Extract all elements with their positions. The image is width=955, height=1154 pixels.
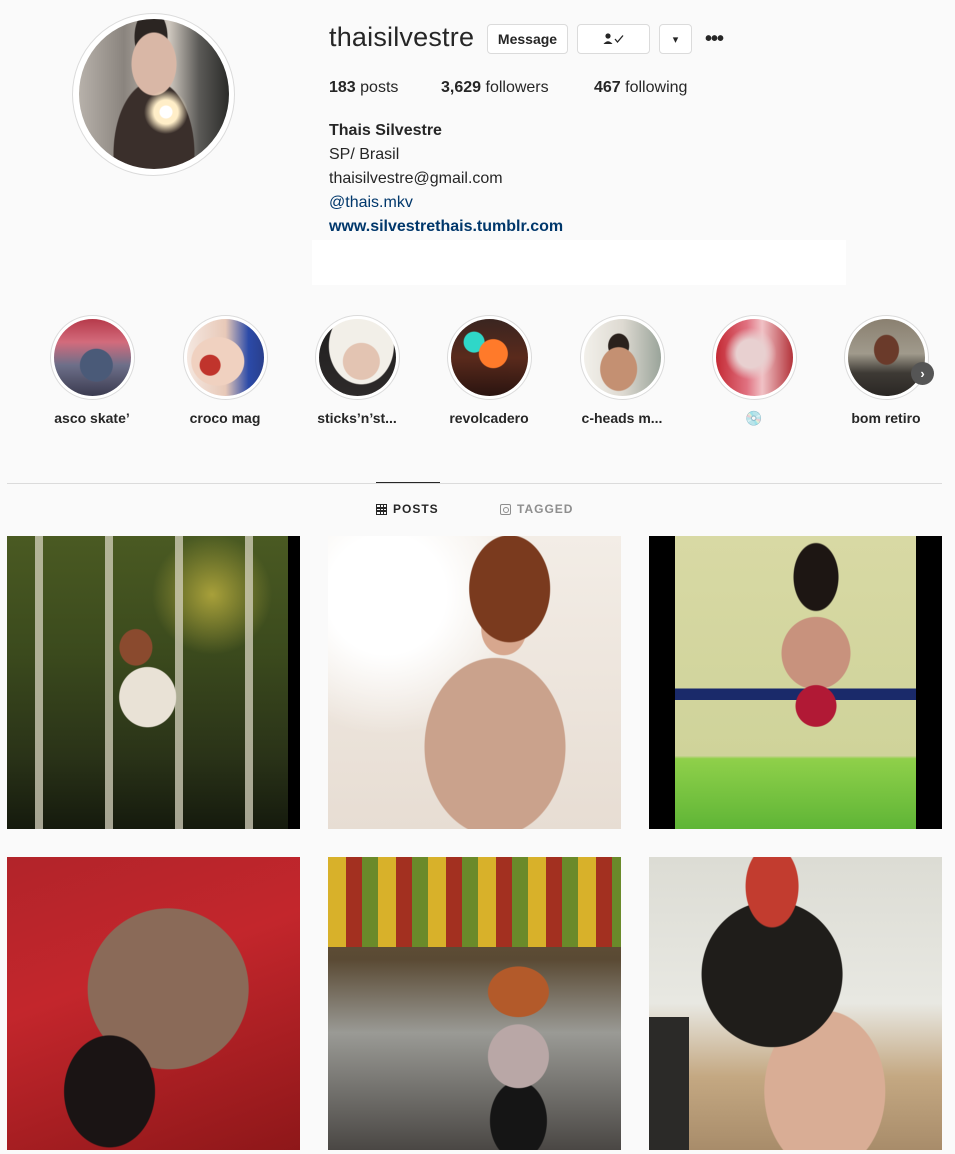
avatar[interactable] [79,19,229,169]
highlight-thumbnail [186,319,264,396]
posts-count-value: 183 [329,79,356,96]
highlight-ring [49,315,135,400]
highlight-thumbnail [53,319,131,396]
highlight-ring [314,315,400,400]
highlight-item[interactable]: asco skate’ [49,315,135,426]
following-button[interactable] [577,24,650,54]
posts-count: 183 posts [329,79,398,97]
highlight-thumbnail [715,319,793,396]
post-thumbnail[interactable] [7,857,300,1150]
tab-tagged[interactable]: TAGGED [500,502,573,516]
post-thumbnail[interactable] [649,857,942,1150]
following-count-value: 467 [594,79,621,96]
tab-posts[interactable]: POSTS [376,502,439,516]
followers-count-label: followers [485,79,549,96]
highlight-item[interactable]: c-heads m... [579,315,665,426]
highlight-label: 💿 [745,410,763,426]
bio-mention-link[interactable]: @thais.mkv [329,191,563,215]
highlight-label: bom retiro [851,410,921,426]
section-divider [7,483,942,484]
post-thumbnail[interactable] [7,536,300,829]
bio-website-link[interactable]: www.silvestrethais.tumblr.com [329,215,563,239]
highlight-label: revolcadero [449,410,529,426]
highlight-item[interactable]: sticks’n’st... [314,315,400,426]
highlight-ring [579,315,665,400]
tab-posts-label: POSTS [393,502,439,516]
full-name: Thais Silvestre [329,122,442,139]
highlight-thumbnail [318,319,396,396]
following-count-label: following [625,79,688,96]
chevron-down-icon: ▾ [672,33,679,46]
highlight-ring [182,315,268,400]
highlight-label: c-heads m... [581,410,663,426]
followers-count[interactable]: 3,629 followers [441,79,549,97]
bio-location: SP/ Brasil [329,146,400,163]
post-thumbnail[interactable] [649,536,942,829]
highlight-ring [711,315,797,400]
post-thumbnail[interactable] [328,857,621,1150]
active-tab-indicator [376,482,440,483]
tag-icon [500,503,511,515]
grid-icon [376,503,387,515]
followers-count-value: 3,629 [441,79,482,96]
bio-email: thaisilvestre@gmail.com [329,170,503,187]
user-check-icon [603,33,623,44]
highlight-ring [446,315,532,400]
post-thumbnail[interactable] [328,536,621,829]
bio: Thais Silvestre SP/ Brasil thaisilvestre… [329,119,563,239]
highlight-thumbnail [583,319,661,396]
highlight-item[interactable]: 💿 [711,315,797,427]
chevron-right-icon[interactable]: › [911,362,934,385]
highlight-item[interactable]: revolcadero [446,315,532,426]
highlight-item[interactable]: croco mag [182,315,268,426]
redacted-area [312,240,846,285]
message-button[interactable]: Message [487,24,568,54]
highlight-label: sticks’n’st... [317,410,397,426]
posts-count-label: posts [360,79,399,96]
suggested-dropdown-button[interactable]: ▾ [659,24,692,54]
highlight-ring [843,315,929,400]
tab-tagged-label: TAGGED [517,502,574,516]
highlight-label: croco mag [189,410,261,426]
highlight-label: asco skate’ [54,410,130,426]
highlight-thumbnail [450,319,528,396]
highlight-thumbnail [847,319,925,396]
options-more-icon[interactable]: ••• [705,28,724,51]
username: thaisilvestre [329,22,475,52]
following-count[interactable]: 467 following [594,79,687,97]
